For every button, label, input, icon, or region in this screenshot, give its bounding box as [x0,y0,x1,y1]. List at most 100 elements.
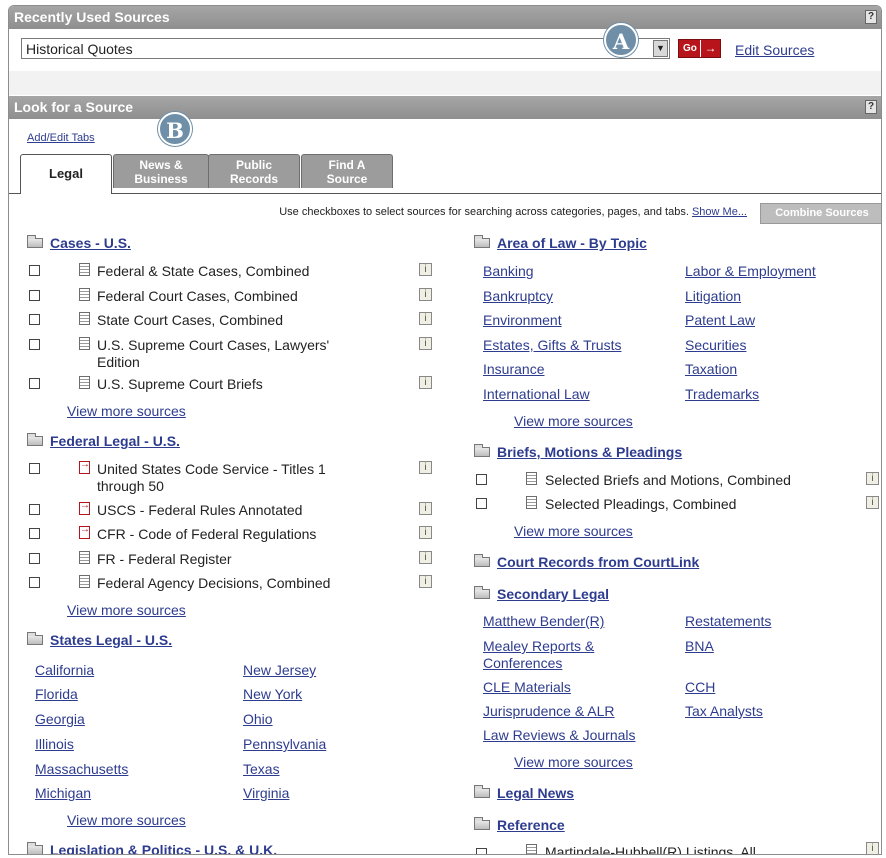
secondary-link[interactable]: Mealey Reports & [483,638,594,654]
section-court-records[interactable]: Court Records from CourtLink [474,554,699,570]
checkbox[interactable] [476,848,487,854]
info-icon[interactable]: i [866,472,879,485]
state-link[interactable]: Florida [35,686,78,702]
state-link[interactable]: Ohio [243,711,273,727]
source-label[interactable]: U.S. Supreme Court Briefs [97,376,263,392]
checkbox[interactable] [29,528,40,539]
checkbox[interactable] [476,498,487,509]
section-secondary-legal[interactable]: Secondary Legal [474,586,609,602]
view-more-sources-link[interactable]: View more sources [67,812,186,828]
secondary-link[interactable]: Jurisprudence & ALR [483,703,615,719]
secondary-link-continued[interactable]: Conferences [483,655,562,671]
checkbox[interactable] [29,553,40,564]
info-icon[interactable]: i [419,551,432,564]
section-reference[interactable]: Reference [474,817,565,833]
source-label[interactable]: CFR - Code of Federal Regulations [97,526,316,542]
topic-link[interactable]: Trademarks [685,386,759,402]
info-icon[interactable]: i [419,461,432,474]
source-label-continued[interactable]: Edition [97,354,140,370]
tab-legal[interactable]: Legal [20,154,112,194]
section-legal-news[interactable]: Legal News [474,785,574,801]
topic-link[interactable]: Labor & Employment [685,263,816,279]
secondary-link[interactable]: BNA [685,638,714,654]
info-icon[interactable]: i [419,263,432,276]
chevron-down-icon[interactable]: ▼ [653,40,668,57]
state-link[interactable]: Michigan [35,785,91,801]
edit-sources-link[interactable]: Edit Sources [735,42,814,58]
info-icon[interactable]: i [866,842,879,854]
topic-link[interactable]: Securities [685,337,746,353]
secondary-link[interactable]: CLE Materials [483,679,571,695]
info-icon[interactable]: i [419,575,432,588]
source-label[interactable]: Martindale-Hubbell(R) Listings, All [545,844,756,854]
info-icon[interactable]: i [419,526,432,539]
add-edit-tabs-link[interactable]: Add/Edit Tabs [27,132,95,144]
checkbox[interactable] [476,474,487,485]
tab-news-business[interactable]: News & Business [113,154,209,188]
source-label[interactable]: Federal Agency Decisions, Combined [97,575,330,591]
section-briefs-motions[interactable]: Briefs, Motions & Pleadings [474,444,682,460]
checkbox[interactable] [29,504,40,515]
secondary-link[interactable]: Tax Analysts [685,703,763,719]
topic-link[interactable]: Environment [483,312,562,328]
topic-link[interactable]: Banking [483,263,534,279]
source-label[interactable]: FR - Federal Register [97,551,232,567]
section-federal-legal[interactable]: Federal Legal - U.S. [27,433,180,449]
help-icon[interactable]: ? [865,100,877,114]
source-label[interactable]: USCS - Federal Rules Annotated [97,502,302,518]
checkbox[interactable] [29,339,40,350]
secondary-link[interactable]: CCH [685,679,715,695]
state-link[interactable]: New York [243,686,302,702]
state-link[interactable]: California [35,662,94,678]
checkbox[interactable] [29,577,40,588]
source-label[interactable]: U.S. Supreme Court Cases, Lawyers' [97,337,329,353]
section-area-of-law[interactable]: Area of Law - By Topic [474,235,647,251]
state-link[interactable]: Virginia [243,785,289,801]
info-icon[interactable]: i [419,337,432,350]
source-label[interactable]: Selected Briefs and Motions, Combined [545,472,791,488]
state-link[interactable]: Texas [243,761,280,777]
view-more-sources-link[interactable]: View more sources [514,413,633,429]
show-me-link[interactable]: Show Me... [692,206,747,218]
state-link[interactable]: Massachusetts [35,761,128,777]
source-label[interactable]: Selected Pleadings, Combined [545,496,736,512]
combine-sources-button[interactable]: Combine Sources [760,203,881,224]
secondary-link[interactable]: Matthew Bender(R) [483,613,604,629]
topic-link[interactable]: Bankruptcy [483,288,553,304]
info-icon[interactable]: i [419,376,432,389]
source-label[interactable]: Federal & State Cases, Combined [97,263,309,279]
state-link[interactable]: New Jersey [243,662,316,678]
checkbox[interactable] [29,290,40,301]
topic-link[interactable]: Insurance [483,361,544,377]
section-cases-us[interactable]: Cases - U.S. [27,235,131,251]
checkbox[interactable] [29,463,40,474]
source-label-continued[interactable]: through 50 [97,478,164,494]
recent-sources-select[interactable]: Historical Quotes ▼ [21,38,670,59]
section-states-legal[interactable]: States Legal - U.S. [27,632,172,648]
state-link[interactable]: Pennsylvania [243,736,326,752]
topic-link[interactable]: Taxation [685,361,737,377]
view-more-sources-link[interactable]: View more sources [67,403,186,419]
view-more-sources-link[interactable]: View more sources [514,754,633,770]
checkbox[interactable] [29,265,40,276]
source-label[interactable]: Federal Court Cases, Combined [97,288,298,304]
section-legislation-politics[interactable]: Legislation & Politics - U.S. & U.K. [27,842,277,854]
secondary-link[interactable]: Law Reviews & Journals [483,727,636,743]
source-label[interactable]: United States Code Service - Titles 1 [97,461,326,477]
view-more-sources-link[interactable]: View more sources [67,602,186,618]
checkbox[interactable] [29,314,40,325]
tab-find-a-source[interactable]: Find A Source [301,154,393,188]
view-more-sources-link[interactable]: View more sources [514,523,633,539]
tab-public-records[interactable]: Public Records [208,154,300,188]
state-link[interactable]: Georgia [35,711,85,727]
info-icon[interactable]: i [866,496,879,509]
topic-link[interactable]: Litigation [685,288,741,304]
state-link[interactable]: Illinois [35,736,74,752]
checkbox[interactable] [29,378,40,389]
help-icon[interactable]: ? [865,10,877,24]
info-icon[interactable]: i [419,502,432,515]
topic-link[interactable]: Patent Law [685,312,755,328]
topic-link[interactable]: Estates, Gifts & Trusts [483,337,621,353]
go-button[interactable]: Go → [678,39,721,58]
secondary-link[interactable]: Restatements [685,613,771,629]
